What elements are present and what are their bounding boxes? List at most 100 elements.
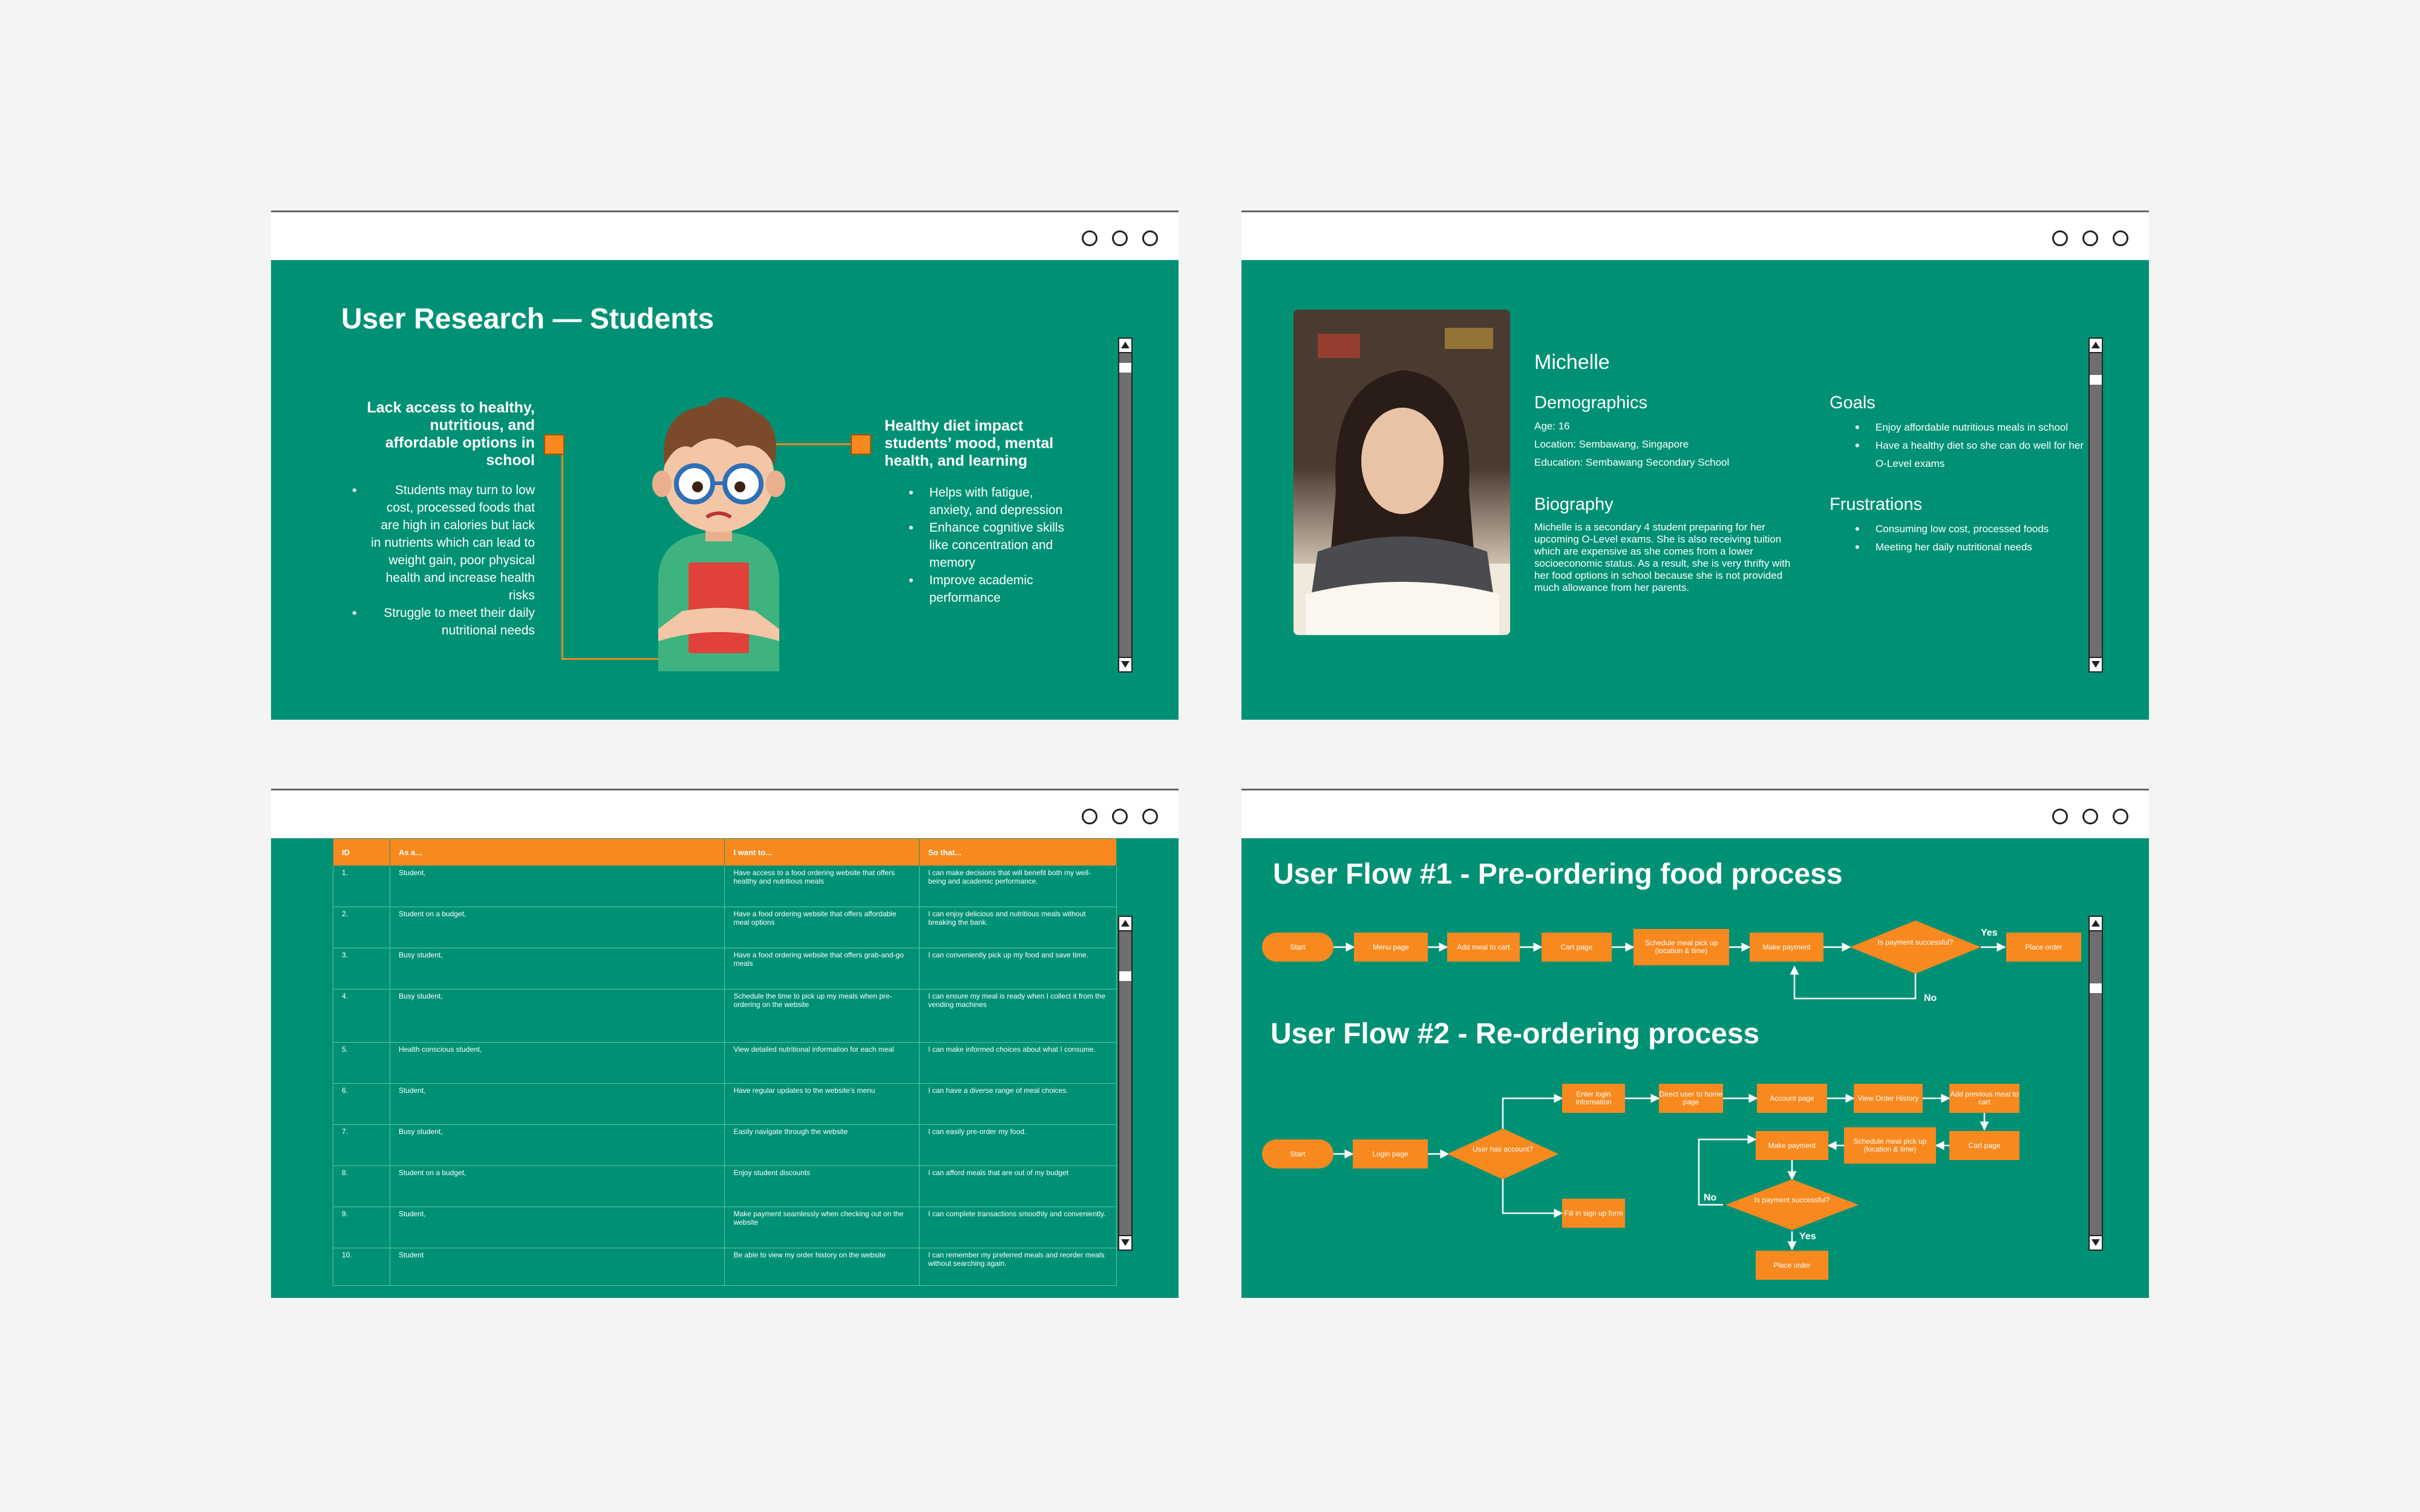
scroll-up-button[interactable]	[2090, 339, 2102, 353]
list-item: Enjoy affordable nutritious meals in sch…	[1855, 419, 2093, 437]
scroll-thumb[interactable]	[1119, 363, 1131, 373]
cell-as: Student on a budget,	[389, 907, 725, 948]
window-control-3[interactable]	[2113, 809, 2128, 824]
cell-want: Enjoy student discounts	[724, 1165, 920, 1207]
flow2-login-page: Login page	[1353, 1139, 1428, 1168]
flow2-place-order: Place order	[1756, 1251, 1828, 1280]
scroll-down-button[interactable]	[2090, 1235, 2102, 1250]
window-control-2[interactable]	[1112, 230, 1128, 246]
cell-as: Student on a budget,	[389, 1165, 725, 1207]
flow1-arrow	[1790, 965, 1917, 1000]
scroll-thumb[interactable]	[2090, 983, 2102, 993]
flow2-start: Start	[1262, 1139, 1333, 1168]
connector-line	[561, 443, 563, 660]
demographics-age: Age: 16	[1534, 420, 1570, 432]
scroll-down-button[interactable]	[2090, 657, 2102, 671]
list-item: Meeting her daily nutritional needs	[1855, 538, 2093, 556]
table-row: 2. Student on a budget, Have a food orderi…	[333, 907, 1117, 948]
window-control-3[interactable]	[1142, 230, 1158, 246]
flow1-decision-shape	[1850, 921, 1981, 974]
flow2-yes-label: Yes	[1799, 1231, 1816, 1242]
chevron-down-icon	[1121, 661, 1130, 668]
scrollbar[interactable]	[1118, 337, 1133, 673]
flow1-schedule: Schedule meal pick up (location & time)	[1634, 929, 1729, 965]
illustration-glasses	[711, 481, 726, 485]
photo-backdrop	[1318, 334, 1360, 358]
scroll-down-button[interactable]	[1119, 1235, 1131, 1250]
window-control-3[interactable]	[1142, 809, 1158, 824]
cell-id: 2.	[333, 907, 390, 948]
scroll-thumb[interactable]	[2090, 375, 2102, 385]
cell-want: Have a food ordering website that offers…	[724, 907, 920, 948]
cell-so: I can enjoy delicious and nutritious mea…	[919, 907, 1117, 948]
frustrations-list: Consuming low cost, processed foods Meet…	[1855, 520, 2093, 556]
column-header-so: So that...	[919, 838, 1117, 866]
table-row: 10. Student Be able to view my order histo…	[333, 1248, 1117, 1286]
illustration-eye	[692, 481, 703, 492]
cell-want: Make payment seamlessly when checking ou…	[724, 1207, 920, 1248]
scroll-up-button[interactable]	[2090, 917, 2102, 931]
window-control-2[interactable]	[2082, 809, 2098, 824]
flow2-decision-shape	[1447, 1129, 1558, 1179]
cell-id: 3.	[333, 948, 390, 989]
table-row: 5. Health conscious student, View detailed…	[333, 1042, 1117, 1084]
illustration-ear	[766, 471, 785, 497]
persona-photo	[1293, 310, 1510, 635]
cell-want: Have access to a food ordering website t…	[724, 865, 920, 907]
slide-user-stories: ID As a... I want to... So that... 1. Stu…	[271, 838, 1179, 1298]
window-control-2[interactable]	[2082, 230, 2098, 246]
slide-user-research: User Research — Students Lack access to …	[271, 260, 1179, 720]
flow2-schedule: Schedule meal pick up (location & time)	[1844, 1127, 1936, 1164]
slide-user-flows: User Flow #1 - Pre-ordering food process…	[1241, 838, 2149, 1298]
flow1-make-payment: Make payment	[1750, 933, 1823, 962]
flow2-signup-form: Fill in sign up form	[1562, 1199, 1625, 1228]
table-header-row: ID As a... I want to... So that...	[333, 838, 1117, 866]
persona-photo-art	[1293, 310, 1510, 635]
table-row: 6. Student, Have regular updates to the we…	[333, 1083, 1117, 1125]
student-illustration	[652, 397, 785, 671]
cell-as: Student,	[389, 1207, 725, 1248]
scrollbar[interactable]	[2088, 337, 2103, 673]
cell-so: I can make informed choices about what I…	[919, 1042, 1117, 1084]
window-user-stories: ID As a... I want to... So that... 1. Stu…	[271, 789, 1179, 1298]
cell-id: 6.	[333, 1083, 390, 1125]
demographics-education: Education: Sembawang Secondary School	[1534, 457, 1730, 468]
column-header-as: As a...	[389, 838, 725, 866]
list-item: Improve academic performance	[909, 572, 1068, 607]
window-control-2[interactable]	[1112, 809, 1128, 824]
flow2-account-page: Account page	[1757, 1084, 1827, 1113]
table-row: 7. Busy student, Easily navigate through t…	[333, 1124, 1117, 1166]
cell-so: I can have a diverse range of meal choic…	[919, 1083, 1117, 1125]
cell-as: Busy student,	[389, 989, 725, 1043]
flow2-view-history: View Order History	[1854, 1084, 1923, 1113]
window-control-1[interactable]	[1082, 809, 1097, 824]
window-control-1[interactable]	[2052, 809, 2068, 824]
photo-book	[1306, 582, 1499, 635]
scroll-thumb[interactable]	[1119, 971, 1131, 981]
flow2-user-has-account: User has account?	[1472, 1145, 1534, 1153]
window-control-1[interactable]	[1082, 230, 1097, 246]
goals-title: Goals	[1830, 393, 1876, 412]
list-item: Struggle to meet their daily nutritional…	[352, 604, 535, 639]
window-control-3[interactable]	[2113, 230, 2128, 246]
goals-list: Enjoy affordable nutritious meals in sch…	[1855, 419, 2093, 473]
scroll-up-button[interactable]	[1119, 917, 1131, 931]
scrollbar[interactable]	[2088, 916, 2103, 1251]
cell-so: I can ensure my meal is ready when I col…	[919, 989, 1117, 1043]
scroll-down-button[interactable]	[1119, 657, 1131, 671]
chevron-up-icon	[1121, 920, 1130, 927]
left-points: Students may turn to low cost, processed…	[352, 481, 535, 639]
scroll-up-button[interactable]	[1119, 339, 1131, 353]
window-control-1[interactable]	[2052, 230, 2068, 246]
cell-id: 5.	[333, 1042, 390, 1084]
slide-persona: Michelle Demographics Age: 16 Location: …	[1241, 260, 2149, 720]
flow1-no-label: No	[1924, 993, 1937, 1003]
window-titlebar	[271, 210, 1179, 260]
table-row: 9. Student, Make payment seamlessly when c…	[333, 1207, 1117, 1248]
cell-as: Student,	[389, 1083, 725, 1125]
cell-want: View detailed nutritional information fo…	[724, 1042, 920, 1084]
photo-face	[1361, 408, 1444, 514]
flow2-decision-shape	[1725, 1179, 1859, 1230]
scrollbar[interactable]	[1118, 916, 1133, 1251]
cell-as: Busy student,	[389, 948, 725, 989]
